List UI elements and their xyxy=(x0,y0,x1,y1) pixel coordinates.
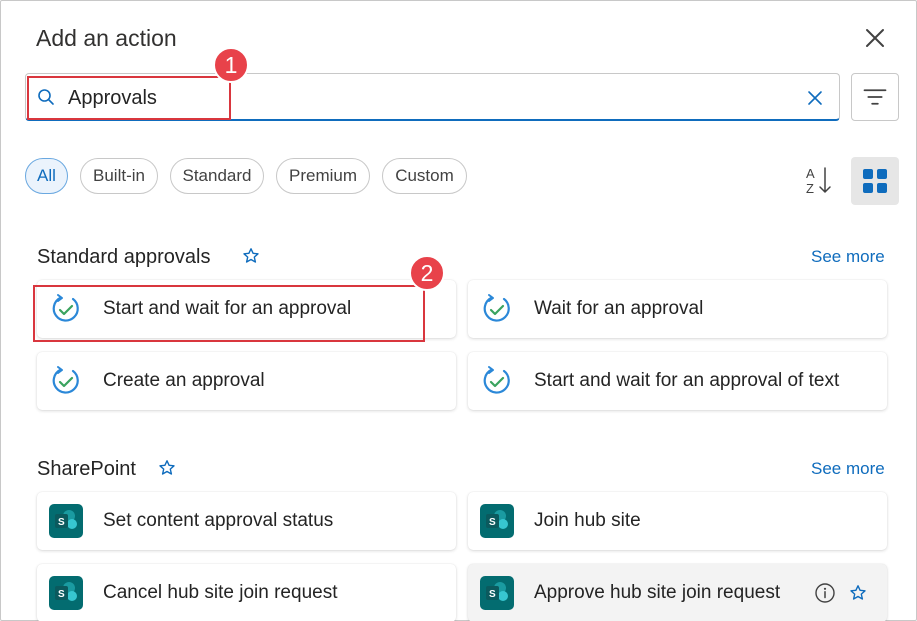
approval-check-icon xyxy=(52,366,79,394)
filter-button[interactable] xyxy=(851,73,899,121)
action-card-set-content-approval[interactable]: S Set content approval status xyxy=(37,492,456,550)
action-card-wait-for-approval[interactable]: Wait for an approval xyxy=(468,280,887,338)
action-card-start-and-wait-text[interactable]: Start and wait for an approval of text xyxy=(468,352,887,410)
action-card-cancel-hub-join[interactable]: S Cancel hub site join request xyxy=(37,564,456,621)
approval-check-icon xyxy=(483,366,510,394)
filter-pill-premium[interactable]: Premium xyxy=(276,158,370,194)
filter-pill-standard[interactable]: Standard xyxy=(170,158,264,194)
action-label: Cancel hub site join request xyxy=(103,582,338,603)
action-card-join-hub-site[interactable]: S Join hub site xyxy=(468,492,887,550)
info-icon[interactable] xyxy=(814,582,836,604)
svg-text:S: S xyxy=(489,517,496,528)
star-outline-icon[interactable] xyxy=(849,584,867,602)
action-card-approve-hub-join[interactable]: S Approve hub site join request xyxy=(468,564,887,621)
action-card-create-approval[interactable]: Create an approval xyxy=(37,352,456,410)
see-more-link-approvals[interactable]: See more xyxy=(811,247,885,267)
sharepoint-icon: S xyxy=(49,504,83,538)
grid-view-button[interactable] xyxy=(851,157,899,205)
svg-text:S: S xyxy=(58,589,65,600)
svg-text:Z: Z xyxy=(806,181,814,196)
grid-view-icon xyxy=(863,169,887,193)
sharepoint-icon: S xyxy=(480,504,514,538)
sharepoint-icon: S xyxy=(480,576,514,610)
sharepoint-icon: S xyxy=(49,576,83,610)
section-title-approvals: Standard approvals xyxy=(37,246,211,268)
dialog-title: Add an action xyxy=(36,25,177,51)
svg-text:S: S xyxy=(58,517,65,528)
approval-check-icon xyxy=(483,294,510,322)
clear-icon[interactable] xyxy=(806,89,824,107)
action-label: Wait for an approval xyxy=(534,298,704,319)
callout-box-2 xyxy=(33,285,425,342)
action-label: Create an approval xyxy=(103,370,265,391)
close-icon[interactable] xyxy=(862,25,888,51)
svg-text:S: S xyxy=(489,589,496,600)
action-label: Approve hub site join request xyxy=(534,582,781,603)
svg-text:A: A xyxy=(806,166,815,181)
filter-pill-all[interactable]: All xyxy=(25,158,68,194)
see-more-link-sharepoint[interactable]: See more xyxy=(811,459,885,479)
callout-box-1 xyxy=(27,76,231,120)
star-outline-icon[interactable] xyxy=(158,459,176,477)
action-label: Set content approval status xyxy=(103,510,334,531)
sort-az-icon[interactable]: A Z xyxy=(801,163,835,197)
callout-badge-1: 1 xyxy=(213,47,249,83)
filter-lines-icon xyxy=(863,89,887,105)
action-label: Join hub site xyxy=(534,510,641,531)
callout-badge-2: 2 xyxy=(409,255,445,291)
star-outline-icon[interactable] xyxy=(242,247,260,265)
filter-pill-built-in[interactable]: Built-in xyxy=(80,158,158,194)
filter-pill-custom[interactable]: Custom xyxy=(382,158,467,194)
section-title-sharepoint: SharePoint xyxy=(37,458,136,480)
action-label: Start and wait for an approval of text xyxy=(534,370,840,391)
